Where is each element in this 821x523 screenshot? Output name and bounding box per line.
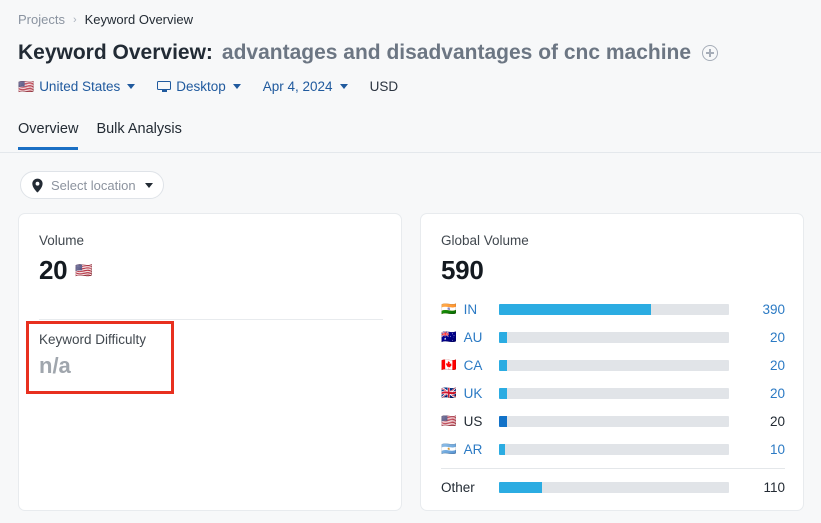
country-row[interactable]: 🇮🇳 IN 390: [441, 295, 785, 323]
volume-value: 20: [39, 255, 68, 285]
country-flag-icon: 🇨🇦: [441, 357, 457, 372]
global-volume-label: Global Volume: [441, 233, 529, 248]
volume-value: 390: [762, 301, 785, 317]
breadcrumb-separator-icon: ›: [72, 13, 77, 26]
volume-label: Volume: [39, 233, 85, 248]
volume-bar-track: [499, 415, 729, 427]
keyword-difficulty-metric: Keyword Difficulty n/a: [39, 332, 146, 379]
device-selector[interactable]: Desktop: [157, 79, 241, 94]
volume-value: 20: [769, 329, 785, 345]
date-selector[interactable]: Apr 4, 2024: [263, 79, 348, 94]
country-code-cell: 🇦🇺 AU: [441, 330, 499, 345]
global-volume-divider: [441, 468, 785, 469]
volume-bar-fill: [499, 359, 507, 371]
country-code-cell: 🇦🇷 AR: [441, 442, 499, 457]
volume-value: 10: [769, 441, 785, 457]
country-row[interactable]: 🇺🇸 US 20: [441, 407, 785, 435]
tab-bulk-analysis[interactable]: Bulk Analysis: [96, 121, 181, 150]
country-code-label: Other: [441, 479, 475, 495]
location-select-placeholder: Select location: [51, 177, 136, 193]
location-select[interactable]: Select location: [20, 171, 164, 199]
device-selector-label: Desktop: [176, 79, 226, 94]
monitor-icon: [157, 80, 172, 93]
date-selector-label: Apr 4, 2024: [262, 79, 333, 94]
volume-bar-track: [499, 443, 729, 455]
global-volume-card: Global Volume 590 🇮🇳 IN 390 🇦🇺 AU 20 🇨🇦 CA 20 🇬🇧 U…: [420, 213, 804, 511]
volume-value: 20: [769, 413, 785, 429]
volume-metric: Volume 20 🇺🇸: [39, 233, 93, 286]
country-code-label: CA: [463, 357, 483, 373]
global-volume-metric: Global Volume 590: [441, 233, 529, 286]
volume-bar-fill: [499, 415, 507, 427]
country-code-cell: 🇺🇸 US: [441, 414, 499, 429]
chevron-down-icon: [232, 84, 241, 89]
country-flag-icon: 🇬🇧: [441, 385, 457, 400]
plus-circle-icon[interactable]: [702, 45, 719, 61]
page-title: Keyword Overview: advantages and disadva…: [18, 41, 719, 65]
country-code-cell: 🇨🇦 CA: [441, 358, 499, 373]
page-title-prefix: Keyword Overview:: [18, 41, 213, 64]
volume-bar-fill: [499, 387, 507, 399]
currency-label-text: USD: [369, 79, 399, 94]
volume-value: 20: [769, 357, 785, 373]
country-selector[interactable]: 🇺🇸 United States: [18, 79, 136, 94]
volume-value: 20: [769, 385, 785, 401]
country-flag-icon: 🇦🇺: [441, 329, 457, 344]
chevron-down-icon: [144, 182, 153, 188]
country-code-cell: 🇮🇳 IN: [441, 302, 499, 317]
volume-bar-fill: [499, 331, 507, 343]
other-volume-row: Other 110: [441, 473, 785, 501]
currency-label: USD: [370, 79, 399, 94]
page-root: Projects › Keyword Overview Keyword Over…: [0, 0, 821, 523]
country-code-label: AR: [463, 441, 483, 457]
volume-bar-fill: [499, 481, 542, 493]
volume-bar-fill: [499, 443, 505, 455]
country-code-label: UK: [463, 385, 483, 401]
chevron-down-icon: [339, 84, 348, 89]
meta-selectors: 🇺🇸 United States Desktop Apr 4, 2024 USD: [18, 79, 420, 94]
country-row[interactable]: 🇦🇺 AU 20: [441, 323, 785, 351]
breadcrumb-current: Keyword Overview: [84, 12, 194, 27]
keyword-difficulty-label: Keyword Difficulty: [39, 332, 147, 347]
keyword-difficulty-value: n/a: [39, 353, 71, 378]
country-code-cell: Other: [441, 480, 499, 495]
country-row[interactable]: 🇬🇧 UK 20: [441, 379, 785, 407]
tab-bar: Overview Bulk Analysis: [0, 121, 821, 153]
breadcrumb: Projects › Keyword Overview: [18, 12, 193, 27]
us-flag-icon: 🇺🇸: [75, 262, 93, 278]
country-code-cell: 🇬🇧 UK: [441, 386, 499, 401]
country-volume-list: 🇮🇳 IN 390 🇦🇺 AU 20 🇨🇦 CA 20 🇬🇧 UK 20 🇺🇸 US 20 🇦🇷 AR 10: [441, 295, 785, 463]
volume-card: Volume 20 🇺🇸 Keyword Difficulty n/a: [18, 213, 402, 511]
map-pin-icon: [31, 178, 44, 193]
country-row[interactable]: 🇨🇦 CA 20: [441, 351, 785, 379]
other-row[interactable]: Other 110: [441, 473, 785, 501]
breadcrumb-projects[interactable]: Projects: [18, 12, 65, 27]
page-title-keyword: advantages and disadvantages of cnc mach…: [221, 41, 692, 64]
country-flag-icon: 🇺🇸: [441, 413, 457, 428]
volume-bar-fill: [499, 303, 652, 315]
volume-bar-track: [499, 331, 729, 343]
country-selector-label: United States: [39, 79, 121, 94]
card-divider: [39, 319, 383, 320]
volume-bar-track: [499, 481, 729, 493]
volume-bar-track: [499, 387, 729, 399]
volume-bar-track: [499, 359, 729, 371]
country-flag-icon: 🇮🇳: [441, 301, 457, 316]
us-flag-icon: 🇺🇸: [18, 79, 35, 94]
volume-bar-track: [499, 303, 729, 315]
chevron-down-icon: [127, 84, 136, 89]
tab-overview[interactable]: Overview: [18, 121, 79, 150]
country-code-label: IN: [463, 301, 478, 317]
country-row[interactable]: 🇦🇷 AR 10: [441, 435, 785, 463]
country-flag-icon: 🇦🇷: [441, 441, 457, 456]
global-volume-value: 590: [441, 255, 484, 285]
country-code-label: AU: [463, 329, 483, 345]
country-code-label: US: [463, 413, 483, 429]
volume-value: 110: [763, 479, 785, 495]
